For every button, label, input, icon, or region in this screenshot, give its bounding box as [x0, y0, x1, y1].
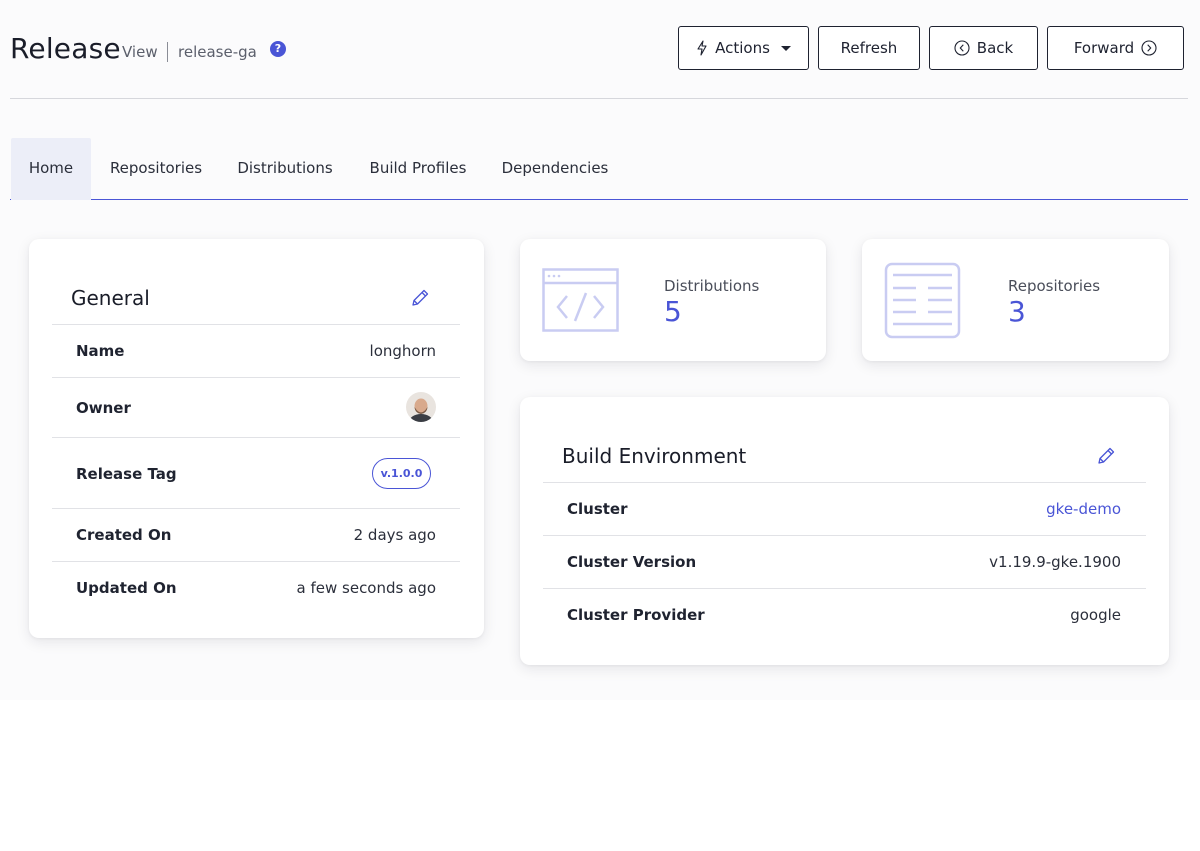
cluster-label: Cluster	[567, 500, 628, 518]
forward-label: Forward	[1073, 39, 1135, 57]
tab-distributions[interactable]: Distributions	[234, 138, 336, 200]
pencil-icon[interactable]	[1095, 445, 1117, 467]
refresh-label: Refresh	[840, 39, 898, 57]
name-label: Name	[76, 342, 125, 360]
breadcrumb: release-ga	[178, 43, 257, 61]
owner-label: Owner	[76, 399, 131, 417]
row-divider	[52, 437, 460, 438]
cluster-link[interactable]: gke-demo	[1046, 500, 1121, 518]
refresh-button[interactable]: Refresh	[818, 26, 920, 70]
updated-on-value: a few seconds ago	[296, 579, 436, 597]
avatar-image	[406, 392, 436, 422]
general-card: General Name longhorn Owner Release Tag …	[29, 239, 484, 638]
header-divider	[10, 98, 1188, 99]
row-divider	[52, 324, 460, 325]
row-divider	[543, 588, 1146, 589]
actions-label: Actions	[715, 39, 770, 57]
tab-bar: Home Repositories Distributions Build Pr…	[10, 138, 1188, 200]
forward-button[interactable]: Forward	[1047, 26, 1184, 70]
cluster-version-value: v1.19.9-gke.1900	[989, 553, 1121, 571]
tab-repositories[interactable]: Repositories	[106, 138, 206, 200]
row-divider	[52, 508, 460, 509]
tab-build-profiles[interactable]: Build Profiles	[365, 138, 471, 200]
view-label: View	[122, 43, 158, 61]
back-label: Back	[976, 39, 1014, 57]
row-divider	[543, 482, 1146, 483]
cluster-version-label: Cluster Version	[567, 553, 697, 571]
repositories-stat-value: 3	[1008, 295, 1026, 328]
caret-down-icon	[780, 45, 791, 51]
list-document-icon	[884, 262, 961, 339]
pencil-icon[interactable]	[409, 287, 431, 309]
row-divider	[543, 535, 1146, 536]
created-on-label: Created On	[76, 526, 172, 544]
name-value: longhorn	[369, 342, 436, 360]
page-header: Release View release-ga ? Actions Refres…	[10, 24, 1188, 74]
chevron-right-circle-icon	[1141, 40, 1157, 56]
page-title: Release	[10, 32, 121, 65]
release-tag-badge: v.1.0.0	[372, 458, 431, 489]
chevron-left-circle-icon	[954, 40, 970, 56]
distributions-stat-card[interactable]: Distributions 5	[520, 239, 826, 361]
updated-on-label: Updated On	[76, 579, 177, 597]
breadcrumb-separator	[167, 42, 168, 62]
release-tag-label: Release Tag	[76, 465, 177, 483]
help-icon[interactable]: ?	[270, 41, 286, 57]
tab-dependencies[interactable]: Dependencies	[500, 138, 610, 200]
build-environment-card: Build Environment Cluster gke-demo Clust…	[520, 397, 1169, 665]
created-on-value: 2 days ago	[353, 526, 436, 544]
cluster-provider-value: google	[1070, 606, 1121, 624]
row-divider	[52, 377, 460, 378]
actions-button[interactable]: Actions	[678, 26, 809, 70]
distributions-stat-value: 5	[664, 295, 682, 328]
repositories-stat-card[interactable]: Repositories 3	[862, 239, 1169, 361]
repositories-stat-label: Repositories	[1008, 277, 1101, 295]
general-title: General	[71, 286, 150, 310]
tab-home[interactable]: Home	[11, 138, 91, 200]
code-window-icon	[542, 268, 619, 332]
lightning-icon	[697, 40, 707, 56]
build-environment-title: Build Environment	[562, 444, 747, 468]
cluster-provider-label: Cluster Provider	[567, 606, 705, 624]
distributions-stat-label: Distributions	[664, 277, 760, 295]
back-button[interactable]: Back	[929, 26, 1038, 70]
row-divider	[52, 561, 460, 562]
owner-avatar[interactable]	[406, 392, 436, 422]
